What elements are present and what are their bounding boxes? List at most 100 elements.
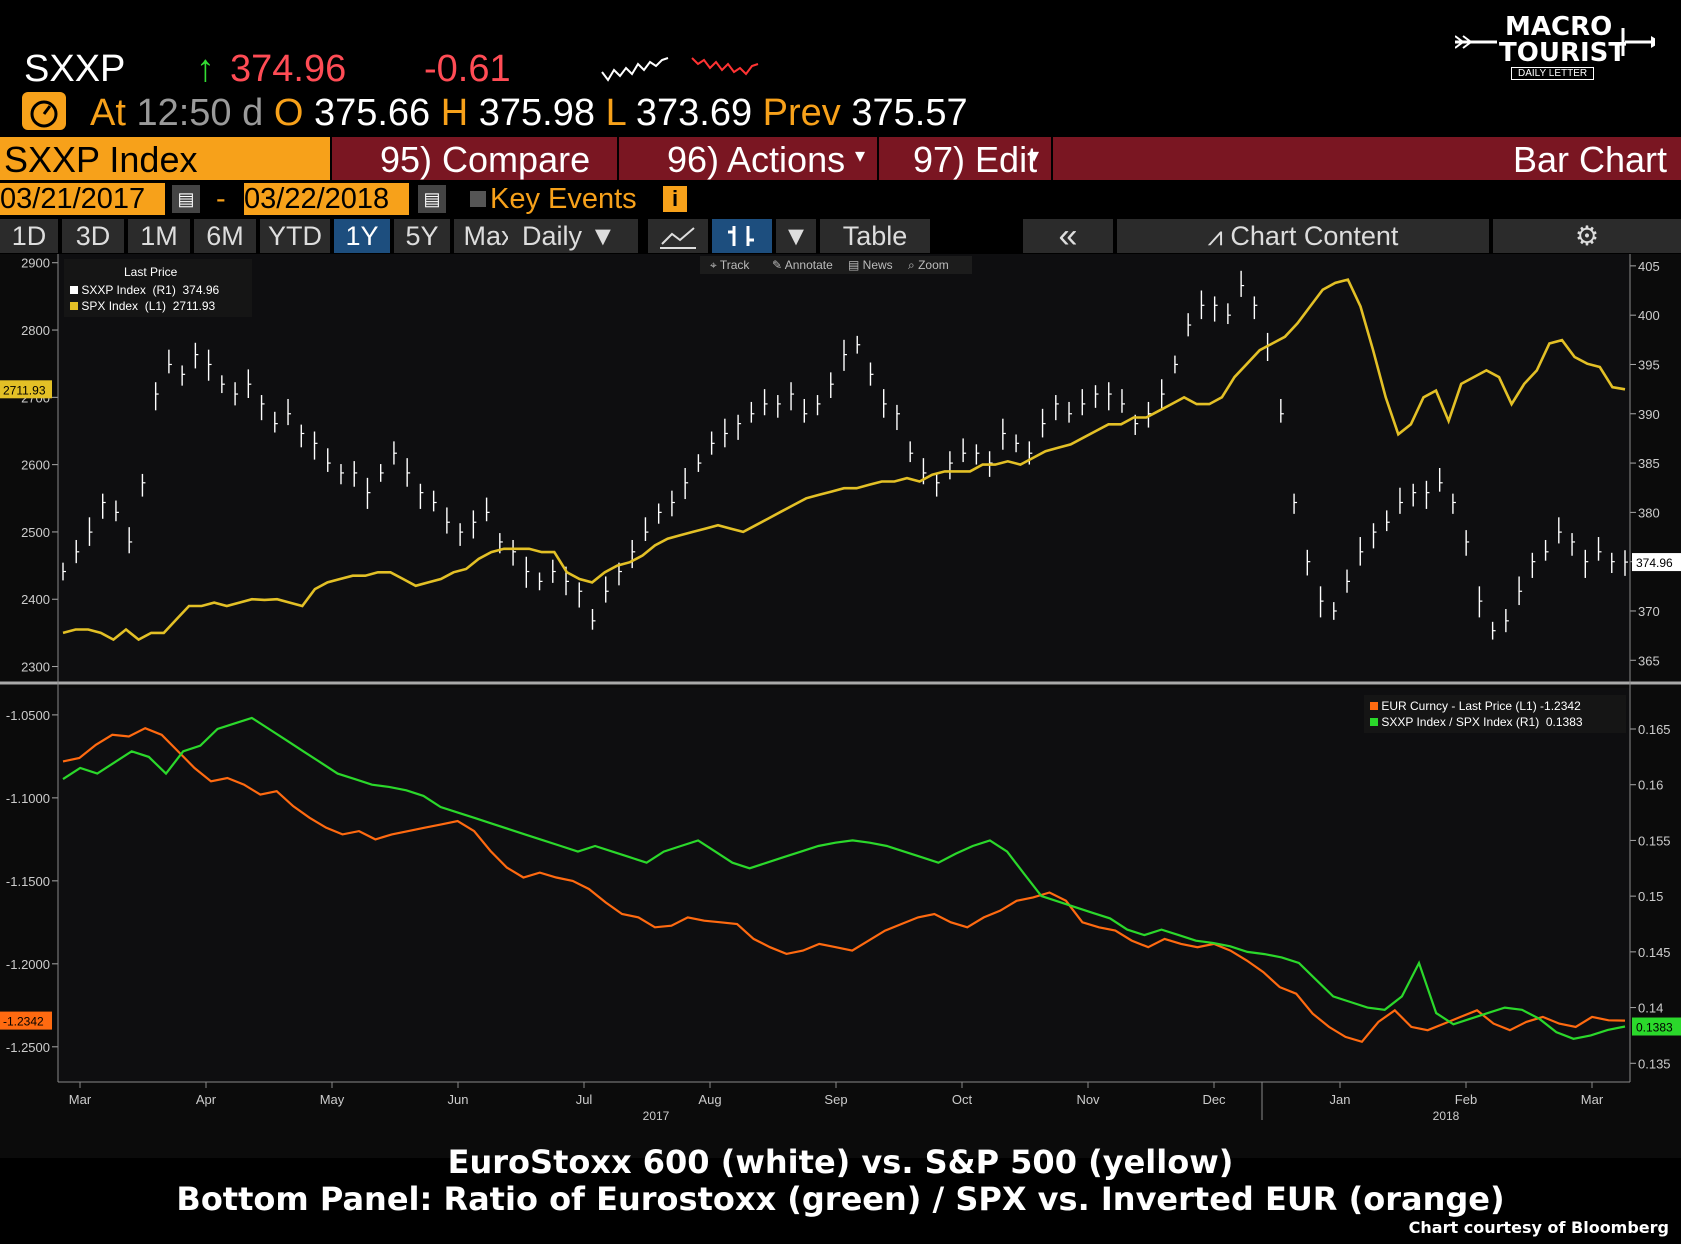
x-tick-label: Dec (1202, 1092, 1226, 1107)
legend-swatch (1370, 702, 1378, 710)
sxxp-axis-tick-label: 380 (1638, 505, 1660, 520)
zoom-tool[interactable]: ⌕ Zoom (908, 258, 949, 273)
logo-line3: DAILY LETTER (1511, 67, 1595, 80)
eur-last-label: -1.2342 (0, 1011, 52, 1030)
compare-button[interactable]: 95) Compare (332, 137, 617, 180)
end-date-input[interactable]: 03/22/2018 (244, 183, 409, 215)
bar-chart-icon[interactable] (712, 219, 772, 253)
legend-item-ratio: SXXP Index / SPX Index (R1) 0.1383 (1370, 715, 1583, 729)
prev-label: Prev (762, 92, 841, 134)
x-tick-label: Sep (824, 1092, 847, 1107)
chevron-down-icon: ▾ (1029, 145, 1040, 167)
settings-gear-icon[interactable]: ⚙ (1493, 219, 1681, 253)
tool-strip: ⌖ Track ✎ Annotate ▤ News ⌕ Zoom (700, 256, 972, 274)
spx-last-label-text: 2711.93 (3, 383, 46, 397)
calendar-icon[interactable]: ▤ (172, 185, 200, 213)
quote-time: 12:50 (136, 92, 232, 134)
key-events-label: Key Events (490, 183, 637, 215)
legend-item-eur: EUR Curncy - Last Price (L1) -1.2342 (1370, 699, 1581, 713)
sxxp-axis-tick-label: 400 (1638, 308, 1660, 323)
eur-axis-tick-label: -1.1000 (6, 791, 50, 806)
chart-content-button[interactable]: ⩘ Chart Content (1117, 219, 1489, 253)
sxxp-axis-tick-label: 395 (1638, 357, 1660, 372)
sxxp-axis-tick-label: 390 (1638, 407, 1660, 422)
chevron-down-icon: ▾ (855, 145, 866, 167)
up-arrow-icon: ↑ (196, 48, 215, 90)
x-tick-label: Nov (1076, 1092, 1100, 1107)
legend-swatch (70, 286, 78, 294)
sxxp-last-label-text: 374.96 (1636, 556, 1673, 570)
eur-axis-tick-label: -1.1500 (6, 874, 50, 889)
info-icon[interactable]: i (663, 186, 687, 212)
price-change: -0.61 (424, 48, 511, 90)
x-tick-label: Apr (196, 1092, 217, 1107)
dropdown-triangle-icon: ▼ (589, 221, 617, 251)
legend-title: Last Price (124, 265, 178, 279)
track-tool[interactable]: ⌖ Track (710, 258, 749, 273)
period-button-5y[interactable]: 5Y (394, 219, 450, 253)
security-field[interactable]: SXXP Index (0, 137, 330, 180)
x-tick-label: Jul (576, 1092, 593, 1107)
gauge-icon[interactable] (22, 92, 66, 130)
period-button-1m[interactable]: 1M (128, 219, 190, 253)
edit-button[interactable]: 97) Edit ▾ (879, 137, 1051, 180)
high-label: H (440, 92, 469, 134)
date-dash: - (216, 183, 226, 215)
sxxp-last-label: 374.96 (1632, 553, 1681, 572)
table-button[interactable]: Table (820, 219, 930, 253)
period-button-ytd[interactable]: YTD (260, 219, 330, 253)
period-button-1d[interactable]: 1D (0, 219, 58, 253)
x-tick-label: Mar (69, 1092, 92, 1107)
calendar-icon[interactable]: ▤ (418, 185, 446, 213)
legend-swatch (70, 302, 78, 310)
x-tick-label: Mar (1581, 1092, 1604, 1107)
ratio-axis-tick-label: 0.155 (1638, 833, 1671, 848)
ratio-axis-tick-label: 0.16 (1638, 778, 1663, 793)
year-label: 2017 (643, 1109, 670, 1123)
bottom-legend: EUR Curncy - Last Price (L1) -1.2342 SXX… (1364, 695, 1626, 733)
actions-button[interactable]: 96) Actions ▾ (619, 137, 877, 180)
open-label: O (273, 92, 304, 134)
sxxp-axis-tick-label: 365 (1638, 653, 1660, 668)
sparkline (601, 57, 759, 82)
sxxp-axis-tick-label: 370 (1638, 604, 1660, 619)
eur-last-label-text: -1.2342 (3, 1015, 44, 1029)
year-label: 2018 (1433, 1109, 1460, 1123)
spx-axis-tick-label: 2500 (21, 525, 50, 540)
prev-value: 375.57 (851, 92, 968, 134)
chart-type-dropdown-icon[interactable]: ▼ (776, 219, 816, 253)
x-tick-label: May (320, 1092, 345, 1107)
start-date-input[interactable]: 03/21/2017 (0, 183, 165, 215)
eur-axis-tick-label: -1.0500 (6, 708, 50, 723)
x-tick-label: Oct (952, 1092, 973, 1107)
chart-content-icon: ⩘ (1207, 221, 1223, 251)
chart-mode[interactable]: Bar Chart (1053, 137, 1681, 180)
sxxp-axis-tick-label: 405 (1638, 259, 1660, 274)
spx-last-label: 2711.93 (0, 380, 52, 399)
period-button-1y[interactable]: 1Y (334, 219, 390, 253)
spx-axis-tick-label: 2300 (21, 660, 50, 675)
line-chart-icon[interactable] (648, 219, 708, 253)
period-button-6m[interactable]: 6M (194, 219, 256, 253)
spx-axis-tick-label: 2400 (21, 592, 50, 607)
collapse-chevron-icon[interactable]: « (1023, 219, 1113, 253)
news-tool[interactable]: ▤ News (848, 258, 893, 272)
low-value: 373.69 (635, 92, 753, 134)
spx-axis-tick-label: 2600 (21, 458, 50, 473)
low-label: L (605, 92, 626, 134)
chart-credit: Chart courtesy of Bloomberg (1408, 1218, 1669, 1237)
frequency-dropdown[interactable]: Daily ▼ (508, 219, 638, 253)
ratio-axis-tick-label: 0.15 (1638, 889, 1663, 904)
time-unit: d (242, 92, 264, 134)
x-tick-label: Aug (698, 1092, 721, 1107)
period-button-3d[interactable]: 3D (62, 219, 124, 253)
ticker: SXXP (24, 48, 126, 90)
at-label: At (90, 92, 126, 134)
top-legend: Last Price SXXP Index (R1) 374.96 SPX In… (64, 259, 252, 317)
legend-swatch (1370, 718, 1378, 726)
ratio-last-label: 0.1383 (1632, 1017, 1681, 1036)
logo-line2: TOURIST (1499, 38, 1627, 68)
key-events-checkbox[interactable] (470, 191, 486, 207)
annotate-tool[interactable]: ✎ Annotate (772, 258, 833, 272)
x-tick-label: Jun (448, 1092, 469, 1107)
